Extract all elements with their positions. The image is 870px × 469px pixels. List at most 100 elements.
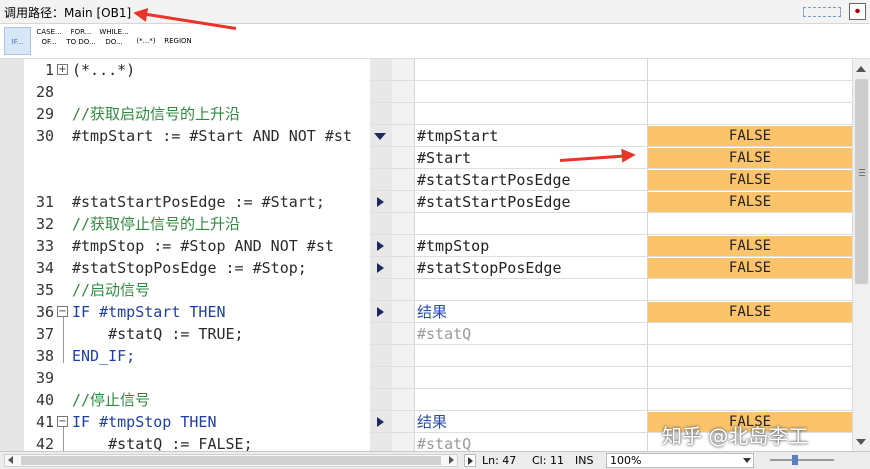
call-path-label: 调用路径：Main [OB1] [4, 6, 132, 20]
line-number-label: 40 [35, 391, 54, 409]
vertical-scrollbar[interactable] [852, 59, 870, 451]
progress-indicator [803, 7, 841, 17]
scroll-right-icon[interactable] [449, 456, 454, 464]
line-number-label: 30 [35, 127, 54, 145]
code-line[interactable]: 31 #statStartPosEdge := #Start; [24, 191, 370, 213]
code-line[interactable]: 39 [24, 367, 370, 389]
line-number-label: 41 [35, 413, 54, 431]
monitor-row [370, 389, 852, 411]
monitor-value: FALSE [648, 170, 852, 190]
monitor-row: #tmpStop FALSE [370, 235, 852, 257]
fold-guide [63, 317, 64, 363]
code-line[interactable]: 36− IF #tmpStart THEN [24, 301, 370, 323]
zoom-slider[interactable] [770, 455, 834, 465]
monitor-row [370, 81, 852, 103]
zoom-slider-knob[interactable] [792, 455, 798, 465]
monitor-row: #statQ [370, 323, 852, 345]
expand-arrow-icon[interactable] [377, 417, 384, 427]
expand-arrow-icon[interactable] [377, 263, 384, 273]
line-number-label: 38 [35, 347, 54, 365]
line-number: Ln: 47 [482, 454, 517, 467]
line-number-label: 28 [35, 83, 54, 101]
code-text: IF #tmpStart THEN [72, 303, 226, 321]
monitor-value: FALSE [648, 148, 852, 168]
insert-if-button[interactable]: IF... [4, 27, 31, 55]
monitor-variable: #statStartPosEdge [417, 171, 571, 189]
code-text: //获取启动信号的上升沿 [72, 105, 241, 123]
monitor-row [370, 279, 852, 301]
code-line[interactable]: 35 //启动信号 [24, 279, 370, 301]
monitor-toggle-icon[interactable]: ⏺ [849, 3, 866, 20]
monitor-row: #tmpStart FALSE [370, 125, 852, 147]
line-number-label: 37 [35, 325, 54, 343]
horizontal-scrollbar[interactable] [4, 454, 458, 467]
code-line[interactable]: 37 #statQ := TRUE; [24, 323, 370, 345]
code-line[interactable]: 29 //获取启动信号的上升沿 [24, 103, 370, 125]
line-number-label: 1 [44, 61, 54, 79]
collapse-arrow-icon[interactable] [374, 133, 386, 140]
monitor-value: FALSE [648, 258, 852, 278]
insert-for-button[interactable]: FOR... TO DO... [66, 27, 96, 55]
code-text: #statQ := TRUE; [72, 325, 244, 343]
watermark: 知乎 @北岛李工 [662, 424, 809, 448]
line-number-label: 29 [35, 105, 54, 123]
monitor-variable: 结果 [417, 303, 448, 321]
call-path-bar: 调用路径：Main [OB1] ⏺ [0, 0, 870, 24]
code-text: //停止信号 [72, 391, 151, 409]
grip-icon [859, 169, 865, 170]
status-bar: Ln: 47 Cl: 11 INS 100% [0, 451, 870, 469]
vertical-scroll-thumb[interactable] [855, 79, 868, 284]
fold-guide [63, 427, 64, 451]
monitor-row: 结果 FALSE [370, 301, 852, 323]
code-text: #statStopPosEdge := #Stop; [72, 259, 307, 277]
code-line[interactable]: 28 [24, 81, 370, 103]
monitor-variable: #Start [417, 149, 472, 167]
monitor-variable: #tmpStop [417, 237, 490, 255]
collapse-icon[interactable]: − [57, 306, 68, 317]
scroll-down-icon[interactable] [856, 439, 866, 445]
code-line[interactable]: 33 #tmpStop := #Stop AND NOT #st [24, 235, 370, 257]
code-line[interactable]: 32 //获取停止信号的上升沿 [24, 213, 370, 235]
monitor-variable: 结果 [417, 413, 448, 431]
code-line[interactable] [24, 169, 370, 191]
code-line[interactable]: 30 #tmpStart := #Start AND NOT #st [24, 125, 370, 147]
code-text: //启动信号 [72, 281, 151, 299]
code-line[interactable]: 41− IF #tmpStop THEN [24, 411, 370, 433]
expand-arrow-icon[interactable] [377, 241, 384, 251]
code-line[interactable] [24, 147, 370, 169]
code-text: //获取停止信号的上升沿 [72, 215, 241, 233]
monitor-row [370, 367, 852, 389]
monitor-row [370, 103, 852, 125]
code-text: #tmpStart := #Start AND NOT #st [72, 127, 352, 145]
code-line[interactable]: 1 + (*...*) [24, 59, 370, 81]
monitor-variable: #statQ [417, 435, 472, 451]
scroll-left-icon[interactable] [8, 456, 13, 464]
scroll-up-icon[interactable] [856, 66, 866, 72]
collapse-icon[interactable]: − [57, 416, 68, 427]
expand-arrow-icon[interactable] [377, 307, 384, 317]
insert-case-button[interactable]: CASE... OF... [34, 27, 64, 55]
code-line[interactable]: 40 //停止信号 [24, 389, 370, 411]
status-expand-button[interactable] [464, 454, 476, 467]
code-line[interactable]: 34 #statStopPosEdge := #Stop; [24, 257, 370, 279]
horizontal-scroll-thumb[interactable] [21, 456, 441, 465]
left-margin-strip [0, 59, 24, 451]
line-number-label: 34 [35, 259, 54, 277]
monitor-variable: #statQ [417, 325, 472, 343]
line-number-label: 35 [35, 281, 54, 299]
expand-icon[interactable]: + [57, 64, 68, 75]
monitor-value: FALSE [648, 302, 852, 322]
code-text: (*...*) [72, 61, 136, 79]
monitor-variable: #statStartPosEdge [417, 193, 571, 211]
monitor-value: FALSE [648, 126, 852, 146]
code-text: IF #tmpStop THEN [72, 413, 217, 431]
code-text: #statStartPosEdge := #Start; [72, 193, 325, 211]
insert-while-button[interactable]: WHILE... DO... [98, 27, 130, 55]
zoom-select[interactable]: 100% [606, 453, 754, 468]
monitor-row: #statStartPosEdge FALSE [370, 191, 852, 213]
column-number: Cl: 11 [532, 454, 564, 467]
insert-comment-button[interactable]: (*...*) [132, 27, 160, 55]
expand-arrow-icon[interactable] [377, 197, 384, 207]
insert-region-button[interactable]: REGION [162, 27, 194, 55]
code-line[interactable]: 38 END_IF; [24, 345, 370, 367]
